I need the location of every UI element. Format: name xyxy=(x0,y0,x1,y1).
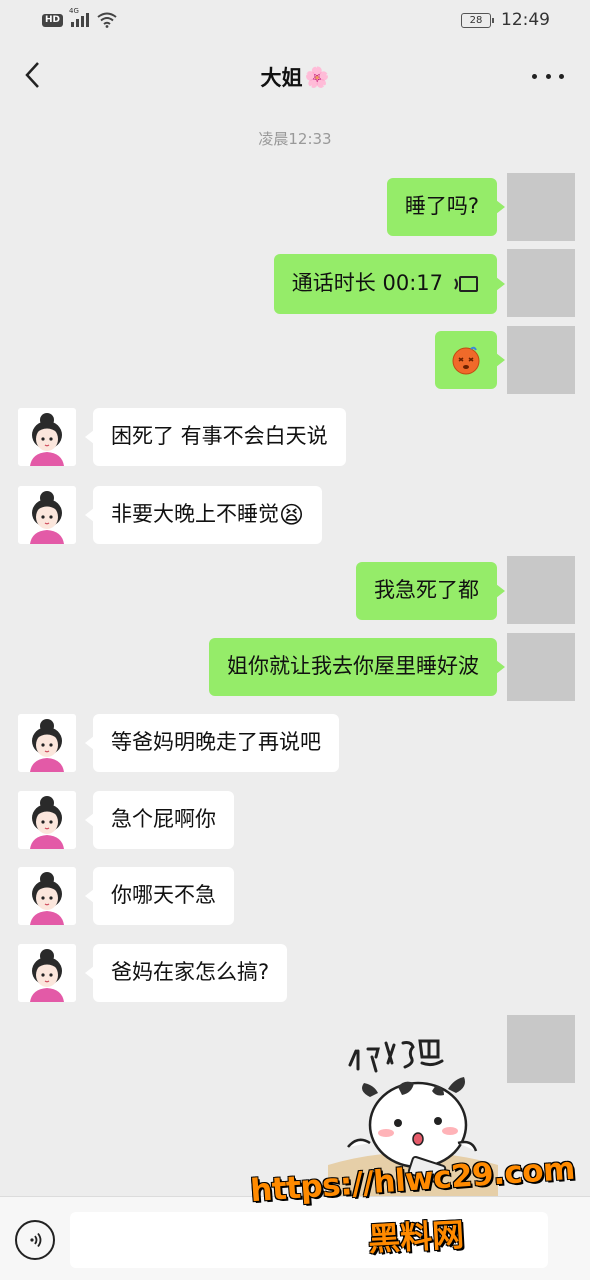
dizzy-face-emoji-icon xyxy=(452,346,480,375)
message-bubble-outgoing[interactable]: 我急死了都 xyxy=(356,562,505,620)
call-record-bubble[interactable]: 通话时长 00:17 xyxy=(273,254,506,314)
signal-icon: 4G xyxy=(69,7,90,27)
call-duration-text: 通话时长 00:17 xyxy=(291,271,443,296)
my-avatar[interactable] xyxy=(507,633,575,701)
tired-face-emoji: 😫 xyxy=(279,500,305,529)
input-bar xyxy=(0,1196,590,1280)
message-text: 姐你就让我去你屋里睡好波 xyxy=(227,654,479,679)
my-avatar[interactable] xyxy=(507,173,575,241)
my-avatar[interactable] xyxy=(507,326,575,394)
contact-avatar[interactable] xyxy=(18,714,76,772)
girl-avatar-icon xyxy=(18,791,76,849)
message-text: 困死了 有事不会白天说 xyxy=(111,424,328,449)
voice-call-icon xyxy=(453,274,479,294)
message-text: 爸妈在家怎么搞? xyxy=(111,960,270,985)
message-text: 急个屁啊你 xyxy=(111,807,216,832)
girl-avatar-icon xyxy=(18,408,76,466)
wifi-icon xyxy=(97,12,117,28)
message-bubble-incoming[interactable]: 你哪天不急 xyxy=(85,867,234,925)
message-text: 睡了吗? xyxy=(404,194,479,219)
girl-avatar-icon xyxy=(18,714,76,772)
girl-avatar-icon xyxy=(18,867,76,925)
sticker-text-graphic xyxy=(348,1039,444,1073)
flower-emoji: 🌸 xyxy=(304,65,330,89)
contact-avatar[interactable] xyxy=(18,791,76,849)
my-avatar[interactable] xyxy=(507,1015,575,1083)
girl-avatar-icon xyxy=(18,944,76,1002)
message-text: 等爸妈明晚走了再说吧 xyxy=(111,730,321,755)
clock: 12:49 xyxy=(501,10,550,30)
message-bubble-incoming[interactable]: 非要大晚上不睡觉 😫 xyxy=(84,486,323,544)
contact-avatar[interactable] xyxy=(18,944,76,1002)
battery-icon: 28 xyxy=(461,12,494,28)
contact-avatar[interactable] xyxy=(18,408,76,466)
cow-sticker[interactable] xyxy=(328,1015,498,1200)
contact-avatar[interactable] xyxy=(18,867,76,925)
my-avatar[interactable] xyxy=(507,556,575,624)
girl-avatar-icon xyxy=(18,486,76,544)
status-left: HD 4G xyxy=(42,7,117,28)
more-options-icon[interactable] xyxy=(532,66,564,86)
emoji-bubble[interactable] xyxy=(435,331,505,389)
contact-avatar[interactable] xyxy=(18,486,76,544)
status-right: 28 12:49 xyxy=(461,10,550,30)
hd-badge: HD xyxy=(42,13,64,27)
message-timestamp: 凌晨12:33 xyxy=(258,130,332,148)
status-bar: HD 4G 28 12:49 xyxy=(0,0,590,40)
message-text: 我急死了都 xyxy=(374,578,479,603)
voice-input-icon[interactable] xyxy=(15,1220,55,1260)
my-avatar[interactable] xyxy=(507,249,575,317)
chat-title: 大姐 xyxy=(260,66,303,90)
message-text: 你哪天不急 xyxy=(111,883,216,908)
message-input[interactable] xyxy=(70,1212,548,1268)
battery-level: 28 xyxy=(469,14,483,26)
message-bubble-incoming[interactable]: 爸妈在家怎么搞? xyxy=(84,944,288,1002)
message-bubble-incoming[interactable]: 急个屁啊你 xyxy=(85,791,234,849)
network-type: 4G xyxy=(69,7,79,15)
back-arrow-icon[interactable] xyxy=(14,57,50,93)
message-text: 非要大晚上不睡觉 xyxy=(111,502,279,527)
message-bubble-incoming[interactable]: 等爸妈明晚走了再说吧 xyxy=(85,714,339,772)
message-bubble-incoming[interactable]: 困死了 有事不会白天说 xyxy=(85,408,346,466)
chat-header: 大姐 🌸 xyxy=(0,40,590,114)
message-bubble-outgoing[interactable]: 睡了吗? xyxy=(386,178,506,236)
message-bubble-outgoing[interactable]: 姐你就让我去你屋里睡好波 xyxy=(209,638,505,696)
